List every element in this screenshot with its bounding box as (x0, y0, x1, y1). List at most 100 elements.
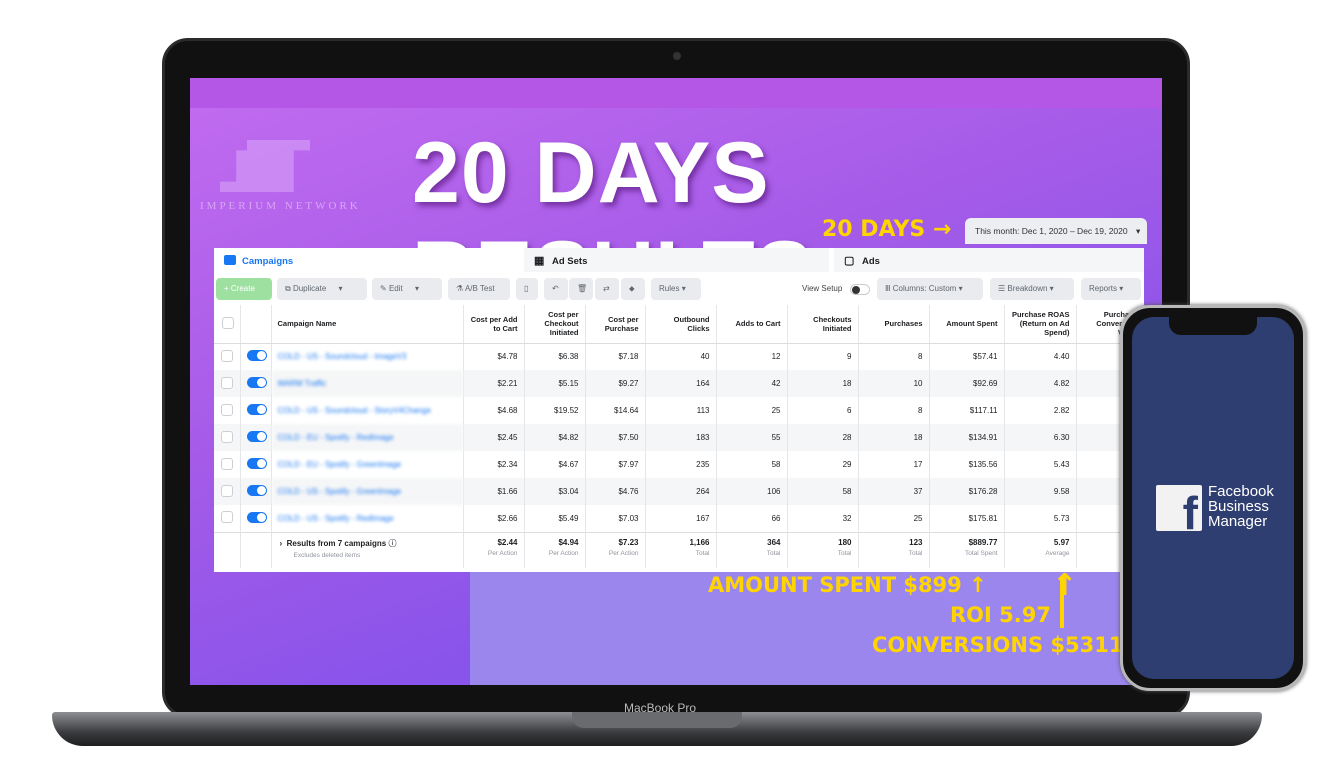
row-checkbox[interactable] (214, 370, 241, 397)
caret-down-icon: ▾ (1136, 226, 1141, 236)
columns-button[interactable]: Ⅲ Columns: Custom ▾ (877, 278, 983, 300)
comment-icon[interactable]: ⇄ (595, 278, 619, 300)
table-cell: 25 (858, 505, 930, 532)
column-header[interactable]: Cost per Checkout Initiated (524, 305, 586, 344)
breakdown-label: Breakdown (1007, 284, 1048, 293)
campaign-toggle[interactable] (240, 478, 272, 505)
table-cell: $4.68 (463, 397, 525, 424)
duplicate-button[interactable]: ⧉ Duplicate ▾ (277, 278, 367, 300)
row-checkbox[interactable] (214, 397, 241, 424)
rules-button[interactable]: Rules ▾ (651, 278, 701, 300)
table-cell: 8 (858, 343, 930, 370)
clipboard-icon[interactable]: ▯ (516, 278, 538, 300)
table-cell: $4.67 (524, 451, 586, 478)
campaign-toggle[interactable] (240, 370, 272, 397)
annotation-conversions: CONVERSIONS $5311 (872, 633, 1124, 657)
table-cell: 9 (787, 343, 859, 370)
table-cell: 8 (858, 397, 930, 424)
table-row[interactable]: COLD - US - Spotify - GreenImage $1.66 $3.… (214, 478, 1145, 505)
breakdown-icon: ☰ (998, 284, 1008, 293)
breakdown-button[interactable]: ☰ Breakdown ▾ (990, 278, 1074, 300)
row-checkbox[interactable] (214, 451, 241, 478)
table-cell: $92.69 (929, 370, 1005, 397)
flask-icon: ⚗ (456, 284, 465, 293)
table-cell: $1.66 (463, 478, 525, 505)
table-cell: $2.21 (463, 370, 525, 397)
toggle-column (240, 305, 272, 344)
tab-label: Campaigns (242, 256, 294, 267)
total-cell: 5.97 Average (1004, 531, 1077, 568)
pencil-icon: ✎ (380, 284, 389, 293)
table-cell: $5.15 (524, 370, 586, 397)
table-cell: $2.34 (463, 451, 525, 478)
column-header[interactable]: Purchases (858, 305, 930, 344)
table-cell: 58 (716, 451, 788, 478)
edit-button[interactable]: ✎ Edit ▾ (372, 278, 442, 300)
column-header[interactable]: Cost per Purchase (585, 305, 646, 344)
trash-icon[interactable]: 🗑 (569, 278, 593, 300)
phone-screen: f Facebook Business Manager (1132, 317, 1294, 679)
table-cell: 4.40 (1004, 343, 1077, 370)
total-cell: $889.77 Total Spent (929, 531, 1005, 568)
reports-button[interactable]: Reports ▾ (1081, 278, 1141, 300)
create-button[interactable]: + Create (216, 278, 272, 300)
row-checkbox[interactable] (214, 505, 241, 532)
campaign-name-link[interactable]: COLD - US - Soundcloud - StoryV4Change (271, 397, 464, 424)
column-header[interactable]: Outbound Clicks (645, 305, 717, 344)
table-cell: $7.18 (585, 343, 646, 370)
column-header-campaign-name[interactable]: Campaign Name (271, 305, 464, 344)
undo-icon[interactable]: ↶ (544, 278, 568, 300)
ab-test-button[interactable]: ⚗ A/B Test (448, 278, 510, 300)
column-header[interactable]: Purchase ROAS (Return on Ad Spend) (1004, 305, 1077, 344)
table-header: Campaign Name Cost per Add to Cart Cost pe… (214, 305, 1145, 344)
table-cell: $4.78 (463, 343, 525, 370)
column-header[interactable]: Amount Spent (929, 305, 1005, 344)
table-row[interactable]: COLD - US - Spotify - RedImage $2.66 $5.49… (214, 505, 1145, 532)
column-header[interactable]: Checkouts Initiated (787, 305, 859, 344)
duplicate-icon: ⧉ (285, 284, 293, 293)
campaign-toggle[interactable] (240, 451, 272, 478)
facebook-logo-icon: f (1156, 485, 1202, 531)
campaign-name-link[interactable]: COLD - EU - Spotify - GreenImage (271, 451, 464, 478)
campaign-name-link[interactable]: COLD - US - Soundcloud - ImageV3 (271, 343, 464, 370)
tab-ad-sets[interactable]: ▦ Ad Sets (524, 248, 829, 272)
campaign-toggle[interactable] (240, 505, 272, 532)
total-cell: $2.44 Per Action (463, 531, 525, 568)
campaign-name-link[interactable]: COLD - US - Spotify - GreenImage (271, 478, 464, 505)
app-name: Facebook Business Manager (1208, 483, 1274, 530)
table-cell: $14.64 (585, 397, 646, 424)
column-header[interactable]: Cost per Add to Cart (463, 305, 525, 344)
table-cell: $135.56 (929, 451, 1005, 478)
totals-label[interactable]: › Results from 7 campaigns ⓘ Excludes del… (271, 531, 464, 568)
table-row[interactable]: COLD - EU - Spotify - GreenImage $2.34 $4.… (214, 451, 1145, 478)
table-cell: $5.49 (524, 505, 586, 532)
table-row[interactable]: WARM Traffic $2.21 $5.15 $9.27 164 42 18 10 $92.… (214, 370, 1145, 397)
table-row[interactable]: COLD - EU - Spotify - RedImage $2.45 $4.82… (214, 424, 1145, 451)
column-header[interactable]: Adds to Cart (716, 305, 788, 344)
tab-ads[interactable]: ▢ Ads (834, 248, 1144, 272)
row-checkbox[interactable] (214, 343, 241, 370)
campaign-name-link[interactable]: WARM Traffic (271, 370, 464, 397)
campaign-toggle[interactable] (240, 397, 272, 424)
table-cell: 5.73 (1004, 505, 1077, 532)
campaign-toggle[interactable] (240, 343, 272, 370)
table-cell: 113 (645, 397, 717, 424)
table-cell: $57.41 (929, 343, 1005, 370)
annotation-amount-spent: AMOUNT SPENT $899 ↑ (708, 573, 987, 597)
campaign-name-link[interactable]: COLD - EU - Spotify - RedImage (271, 424, 464, 451)
date-range-picker[interactable]: This month: Dec 1, 2020 – Dec 19, 2020 ▾ (965, 218, 1147, 244)
view-setup-toggle[interactable] (850, 284, 870, 295)
table-cell: 32 (787, 505, 859, 532)
table-cell: 25 (716, 397, 788, 424)
table-cell: 183 (645, 424, 717, 451)
row-checkbox[interactable] (214, 478, 241, 505)
campaign-toggle[interactable] (240, 424, 272, 451)
table-row[interactable]: COLD - US - Soundcloud - StoryV4Change $4… (214, 397, 1145, 424)
campaign-name-link[interactable]: COLD - US - Spotify - RedImage (271, 505, 464, 532)
tag-icon[interactable]: ⬥ (621, 278, 645, 300)
table-row[interactable]: COLD - US - Soundcloud - ImageV3 $4.78 $6.… (214, 343, 1145, 370)
select-all-checkbox[interactable] (214, 305, 241, 344)
table-cell: 106 (716, 478, 788, 505)
tab-campaigns[interactable]: Campaigns (214, 248, 520, 272)
row-checkbox[interactable] (214, 424, 241, 451)
